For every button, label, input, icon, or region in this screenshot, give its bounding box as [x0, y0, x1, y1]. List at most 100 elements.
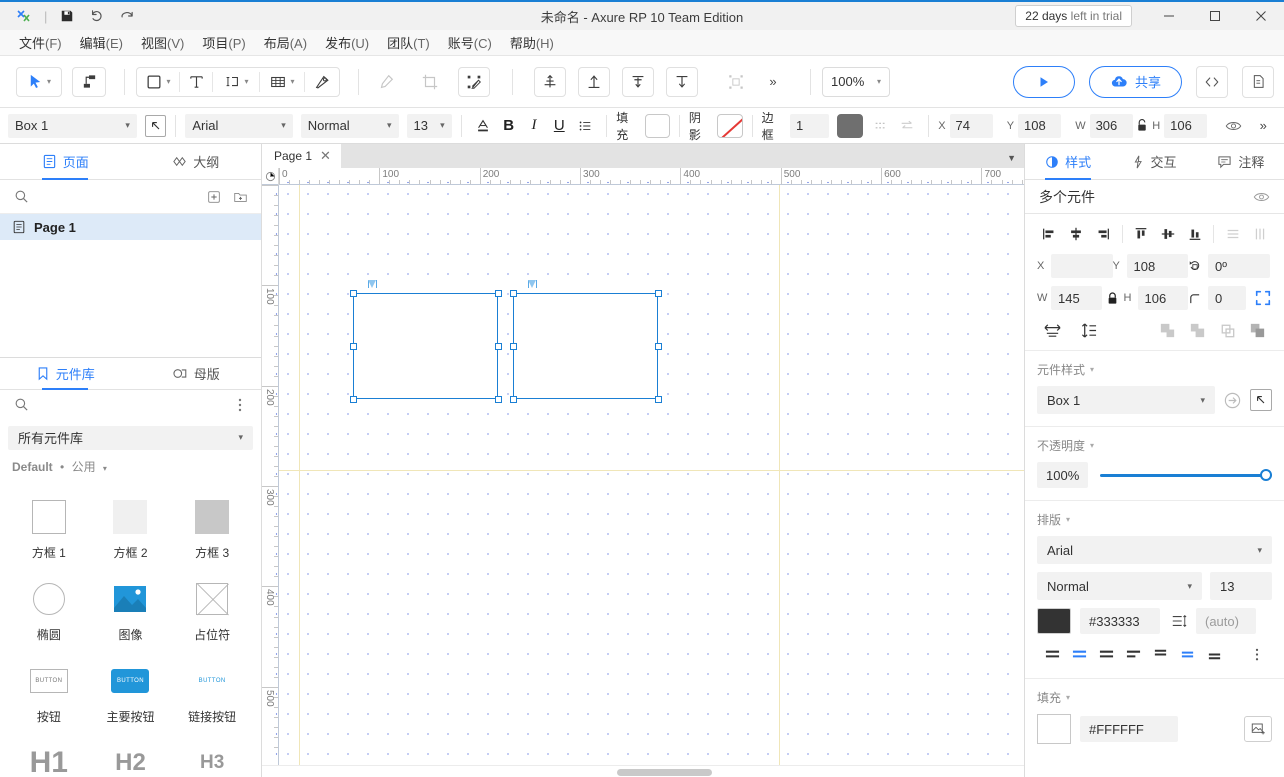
menu-view[interactable]: 视图(V) — [132, 30, 193, 55]
border-color-swatch[interactable] — [837, 114, 862, 138]
widget-button[interactable]: BUTTON 按钮 — [8, 649, 90, 731]
resize-handle-ne[interactable] — [495, 290, 502, 297]
library-group-header[interactable]: Default • 公用 ▾ — [0, 454, 261, 481]
menu-account[interactable]: 账号(C) — [439, 30, 501, 55]
widget-ellipse[interactable]: 椭圆 — [8, 567, 90, 649]
resize-handle-w[interactable] — [350, 343, 357, 350]
font-weight-select[interactable]: Normal ▾ — [301, 114, 399, 138]
window-maximize-button[interactable] — [1192, 1, 1238, 31]
tab-libraries[interactable]: 元件库 — [0, 358, 131, 389]
bring-to-front-icon[interactable] — [1212, 318, 1242, 342]
y-input[interactable]: 108 — [1018, 114, 1061, 138]
trial-badge[interactable]: 22 days left in trial — [1015, 5, 1132, 27]
font-size-input[interactable]: 13 — [1210, 572, 1272, 600]
style-picker-button[interactable] — [1250, 389, 1272, 411]
ruler-origin-icon[interactable] — [262, 168, 279, 185]
font-family-select[interactable]: Arial ▾ — [185, 114, 292, 138]
save-icon[interactable] — [53, 4, 81, 28]
fill-hex-input[interactable]: #FFFFFF — [1080, 716, 1178, 742]
bold-button[interactable]: B — [496, 113, 521, 139]
line-height-icon[interactable] — [1171, 613, 1187, 629]
corner-radius-input[interactable]: 0 — [1208, 286, 1246, 310]
page-list-item[interactable]: Page 1 — [0, 214, 261, 240]
resize-handle-nw[interactable] — [350, 290, 357, 297]
preview-button[interactable] — [1013, 66, 1075, 98]
tab-interactions[interactable]: 交互 — [1111, 144, 1197, 179]
widget-box-1[interactable]: 方框 1 — [8, 485, 90, 567]
widget-image[interactable]: 图像 — [90, 567, 172, 649]
more-vertical-icon[interactable] — [231, 396, 249, 414]
document-icon[interactable] — [1242, 66, 1274, 98]
crop-icon[interactable] — [414, 67, 446, 97]
menu-edit[interactable]: 编辑(E) — [71, 30, 132, 55]
add-page-icon[interactable] — [205, 188, 223, 206]
h-input[interactable]: 106 — [1138, 286, 1189, 310]
menu-layout[interactable]: 布局(A) — [255, 30, 316, 55]
menu-team[interactable]: 团队(T) — [378, 30, 439, 55]
design-canvas[interactable] — [279, 185, 1024, 765]
eye-icon[interactable] — [1253, 191, 1270, 203]
canvas-tab-page-1[interactable]: Page 1 ✕ — [262, 144, 341, 168]
y-input[interactable]: 108 — [1127, 254, 1189, 278]
resize-handle-e[interactable] — [495, 343, 502, 350]
resize-handle-e[interactable] — [655, 343, 662, 350]
close-icon[interactable]: ✕ — [320, 148, 331, 164]
rotation-handle[interactable] — [528, 280, 537, 288]
send-backward-icon[interactable] — [1182, 318, 1212, 342]
resize-handle-se[interactable] — [655, 396, 662, 403]
tab-style[interactable]: 样式 — [1025, 144, 1111, 179]
widget-placeholder[interactable]: 占位符 — [171, 567, 253, 649]
vertical-ruler[interactable]: 100200300400500 — [262, 185, 279, 765]
share-button[interactable]: 共享 — [1089, 66, 1182, 98]
font-size-select[interactable]: 13 ▾ — [407, 114, 452, 138]
redo-icon[interactable] — [113, 4, 141, 28]
widget-heading-1[interactable]: H1 标题 1 — [8, 731, 90, 777]
fill-section-title[interactable]: 填充 ▾ — [1037, 689, 1272, 706]
text-align-left-icon[interactable] — [1039, 642, 1065, 666]
tab-masters[interactable]: 母版 — [131, 358, 262, 389]
menu-publish[interactable]: 发布(U) — [316, 30, 378, 55]
window-close-button[interactable] — [1238, 1, 1284, 31]
menu-file[interactable]: 文件(F) — [10, 30, 71, 55]
fit-width-icon[interactable] — [1037, 318, 1067, 342]
undo-icon[interactable] — [83, 4, 111, 28]
zoom-level-select[interactable]: 100% ▾ — [822, 67, 890, 97]
rectangle-shape-icon[interactable]: ▾ — [137, 68, 179, 96]
resize-handle-ne[interactable] — [655, 290, 662, 297]
menu-project[interactable]: 项目(P) — [193, 30, 254, 55]
resize-handle-sw[interactable] — [350, 396, 357, 403]
widget-primary-button[interactable]: BUTTON 主要按钮 — [90, 649, 172, 731]
resize-handle-sw[interactable] — [510, 396, 517, 403]
style-bar-overflow-button[interactable]: » — [1251, 113, 1276, 139]
opacity-slider[interactable] — [1100, 468, 1272, 482]
more-vertical-icon[interactable] — [1244, 642, 1270, 666]
eyedropper-icon[interactable] — [370, 67, 402, 97]
opacity-input[interactable]: 100% — [1037, 462, 1088, 488]
valign-middle-icon[interactable] — [1174, 642, 1200, 666]
font-family-select[interactable]: Arial ▾ — [1037, 536, 1272, 564]
underline-button[interactable]: U — [547, 113, 572, 139]
lock-aspect-ratio-icon[interactable] — [1133, 113, 1152, 139]
align-center-h-icon[interactable] — [1064, 222, 1089, 246]
slider-knob[interactable] — [1260, 469, 1272, 481]
menu-help[interactable]: 帮助(H) — [501, 30, 563, 55]
widget-style-select[interactable]: Box 1 ▾ — [1037, 386, 1215, 414]
group-icon[interactable] — [720, 67, 752, 97]
italic-button[interactable]: I — [521, 113, 546, 139]
fill-image-icon[interactable] — [1244, 716, 1272, 742]
fill-color-swatch[interactable] — [1037, 714, 1071, 744]
font-weight-select[interactable]: Normal ▾ — [1037, 572, 1202, 600]
box-widget-2[interactable] — [513, 293, 658, 399]
w-input[interactable]: 145 — [1051, 286, 1102, 310]
rotation-input[interactable]: 0º — [1208, 254, 1270, 278]
text-align-right-icon[interactable] — [1093, 642, 1119, 666]
font-color-hex-input[interactable]: #333333 — [1080, 608, 1160, 634]
widget-box-2[interactable]: 方框 2 — [90, 485, 172, 567]
h-input[interactable]: 106 — [1164, 114, 1207, 138]
select-bounds-icon[interactable] — [1254, 289, 1272, 307]
search-icon[interactable] — [12, 188, 30, 206]
resize-handle-se[interactable] — [495, 396, 502, 403]
code-icon[interactable] — [1196, 66, 1228, 98]
align-top-icon[interactable] — [1129, 222, 1154, 246]
align-vertical-center-icon[interactable] — [578, 67, 610, 97]
